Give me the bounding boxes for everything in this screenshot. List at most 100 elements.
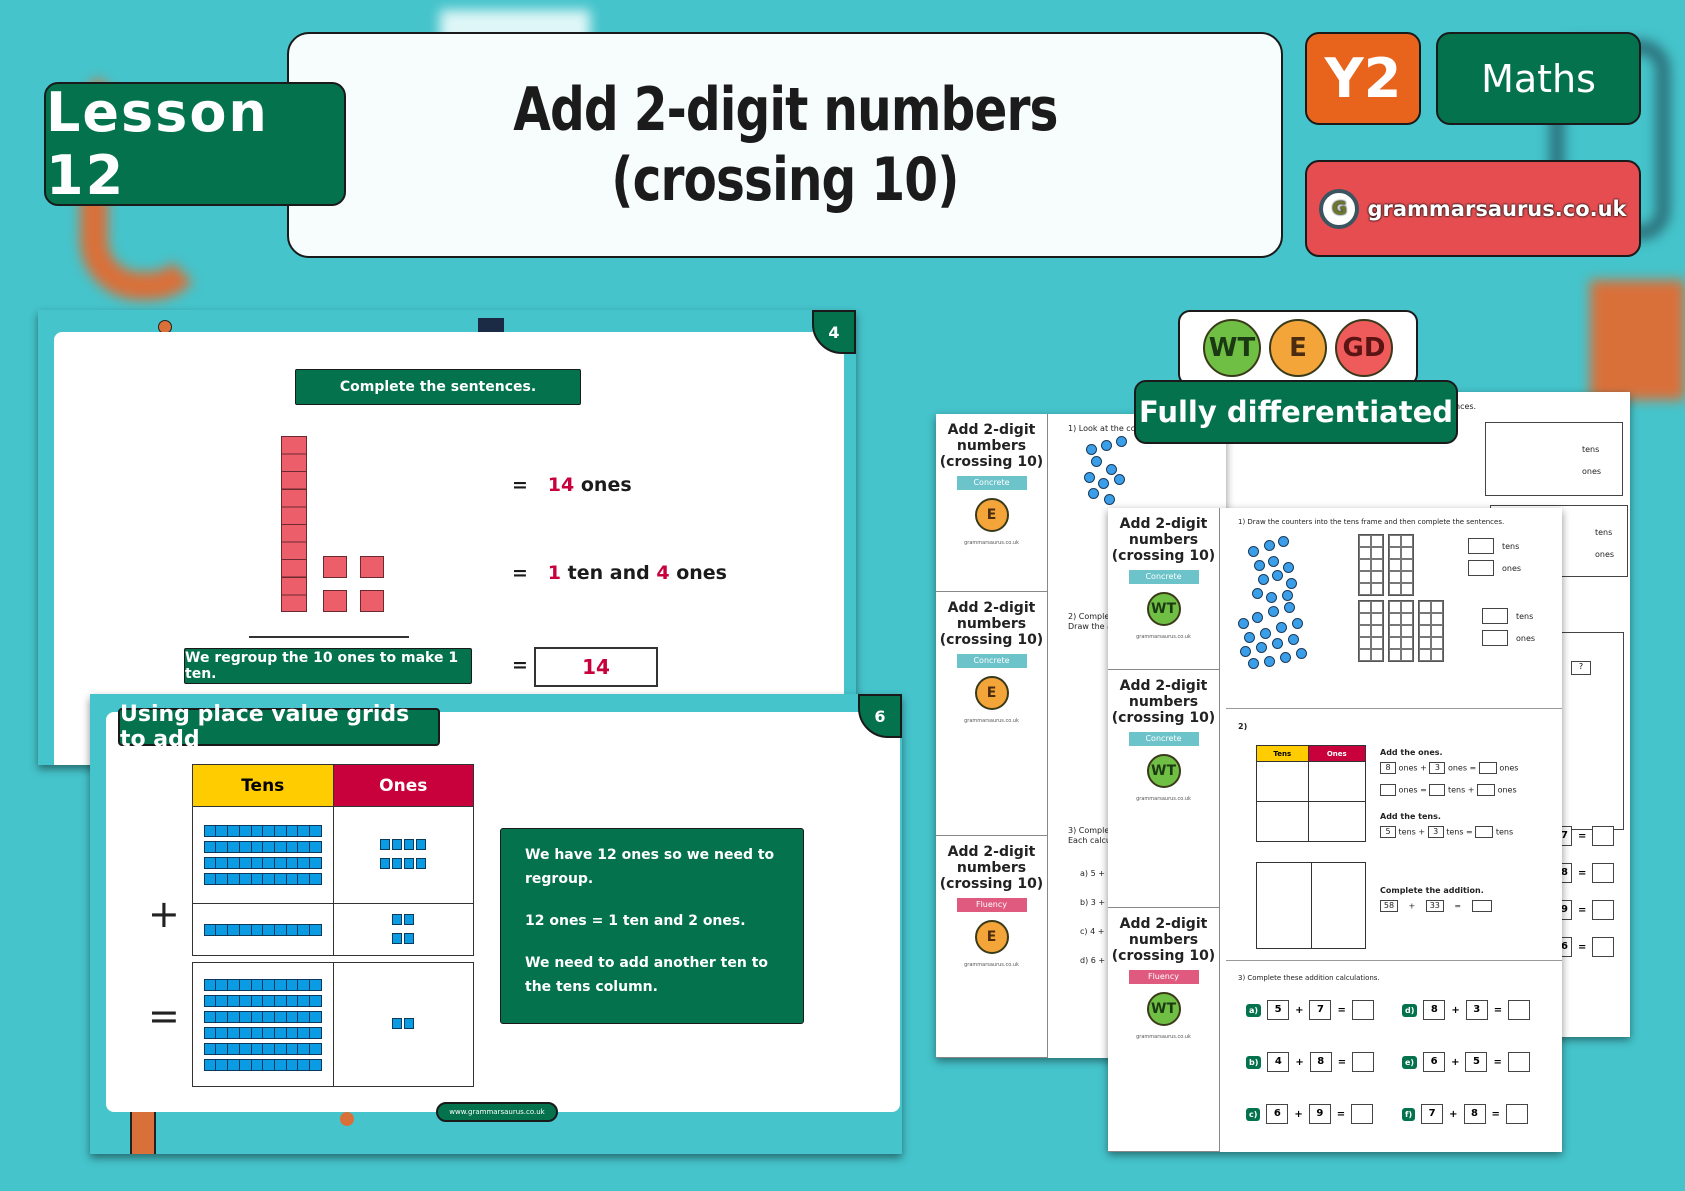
place-value-grid: Tens Ones [192,764,474,956]
question-text: 1) Draw the counters into the tens frame… [1238,518,1505,526]
counter-dot [1252,612,1263,623]
counter-dot [1084,472,1095,483]
answer-box[interactable] [1475,826,1494,838]
explanation-text: We have 12 ones so we need to regroup. [525,847,775,887]
ten-rod [281,436,307,612]
question-text: nces. [1455,402,1477,411]
counter-dot [1104,494,1115,505]
one-block [392,1018,403,1029]
explanation-box: We have 12 ones so we need to regroup. 1… [500,828,804,1024]
counter-box: tens ones [1485,422,1623,496]
ones-cell [1310,862,1366,949]
counter-dot [1098,478,1109,489]
badge-wt-icon: WT [1146,992,1181,1026]
plus-sign: + [148,892,180,936]
answer-box[interactable] [1471,900,1492,912]
value-box: 3 [1427,826,1444,838]
counter-dot [1266,592,1277,603]
tens-answer-box[interactable] [1468,538,1494,554]
ones-label: ones [1502,564,1522,573]
counter-dot [1276,622,1287,633]
value-box: 8 [1380,762,1396,774]
answer-box[interactable] [1505,1104,1528,1124]
value-box: 8 [1423,1000,1446,1020]
equals-sign: = [1493,1004,1503,1016]
answer-box[interactable] [1507,1052,1530,1072]
ones-answer-box[interactable] [1468,560,1494,576]
ten-bar [203,873,322,885]
answer-box[interactable] [1592,900,1615,920]
counter-dot [1268,556,1279,567]
equation-text: tens + [1398,827,1426,837]
tens-cell [192,903,334,956]
value-box: 6 [1266,1104,1289,1124]
tens-label: tens [1516,612,1534,621]
badge-wt-icon: WT [1146,754,1181,788]
answer-box[interactable] [1352,1052,1375,1072]
card-type-tag: Fluency [956,898,1027,912]
answer-box[interactable] [1592,826,1615,846]
value-box: 3 [1465,1000,1488,1020]
ones-header: Ones [332,764,474,807]
regroup-note: We regroup the 10 ones to make 1 ten. [184,648,472,684]
plus-sign: + [1449,1108,1458,1120]
answer-box[interactable] [1351,1000,1374,1020]
one-block [404,839,415,850]
tens-frame [1418,600,1444,662]
tens-frame [1358,600,1384,662]
tens-equation: 5 tens + 3 tens = tens [1380,826,1513,838]
answer-box[interactable]: 14 [534,647,658,687]
equals-sign: = [1337,1004,1346,1016]
answer-box[interactable] [1592,863,1615,883]
card-title: Add 2-digit numbers (crossing 10) [1111,678,1216,726]
year-badge: Y2 [1305,32,1421,125]
badge-wt-icon: WT [1203,319,1261,377]
badge-e-icon: E [974,676,1009,710]
tens-label: tens [1595,528,1613,537]
answer-box[interactable] [1592,937,1615,957]
grammarsaurus-logo-icon: G [1319,188,1360,229]
footer-url-link[interactable]: www.grammarsaurus.co.uk [436,1102,558,1122]
counter-dot [1238,618,1249,629]
value-box: 8 [1463,1104,1486,1124]
worksheet-card: Add 2-digit numbers (crossing 10) Fluenc… [1108,908,1220,1152]
calc-item: a) 5 + [1080,869,1105,878]
one-block [416,858,427,869]
counter-dot [1114,474,1125,485]
result-grid [192,962,474,1087]
answer-box[interactable] [1508,1000,1531,1020]
answer-box[interactable] [1478,762,1497,774]
card-url: grammarsaurus.co.uk [1136,1034,1191,1040]
one-cube [323,590,347,612]
tens-cell [192,806,334,904]
ten-bar [203,1058,322,1071]
one-block [416,839,427,850]
answer-box[interactable] [1351,1104,1374,1124]
card-type-tag: Concrete [1128,732,1199,746]
grid-row-1 [192,806,474,904]
value-box: 5 [1267,1000,1290,1020]
tens-answer-box[interactable] [1482,608,1508,624]
question-box: ? [1571,661,1591,675]
equals-sign: = [512,474,528,496]
card-type-tag: Concrete [1128,570,1199,584]
card-type-tag: Concrete [956,654,1027,668]
answer-box[interactable] [1380,784,1396,796]
plus-sign: + [1408,901,1416,911]
ones-cell [1307,761,1367,802]
question-label: Complete the addition. [1380,886,1484,895]
question-text: 2) [1238,722,1248,731]
answer-box[interactable] [1477,784,1496,796]
ones-cell [332,903,474,956]
ones-answer-box[interactable] [1482,630,1508,646]
plus-sign: + [1451,1056,1460,1068]
footer-url: www.grammarsaurus.co.uk [449,1108,545,1116]
sentence-1: = 14 ones [512,474,632,496]
explanation-text: We need to add another ten to the tens c… [525,955,769,995]
question-text: 3) Complete these addition calculations. [1238,974,1380,982]
brand-link[interactable]: G grammarsaurus.co.uk [1305,160,1641,257]
answer-box[interactable] [1429,784,1446,796]
card-type-tag: Concrete [956,476,1027,490]
value-box: 5 [1380,826,1396,838]
counter-dot [1264,656,1275,667]
